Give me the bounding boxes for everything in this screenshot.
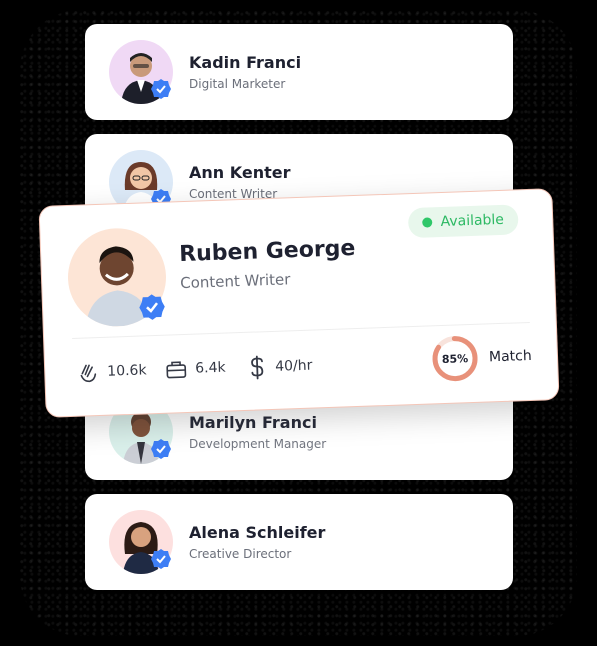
verified-badge-icon	[151, 439, 171, 459]
verified-badge-icon	[151, 549, 171, 569]
status-dot	[422, 217, 433, 228]
featured-profile-card[interactable]: Ruben George Content Writer Available 10…	[38, 188, 560, 418]
profile-card-alena[interactable]: Alena Schleifer Creative Director	[85, 494, 513, 590]
availability-badge: Available	[407, 204, 519, 239]
profile-role: Digital Marketer	[189, 77, 286, 91]
claps-count: 10.6k	[107, 362, 147, 380]
projects-count: 6.4k	[194, 359, 226, 377]
match-label: Match	[488, 347, 532, 366]
featured-name: Ruben George	[178, 236, 356, 268]
hourly-rate: 40/hr	[274, 357, 313, 375]
profile-card-kadin[interactable]: Kadin Franci Digital Marketer	[85, 24, 513, 120]
stat-rate: 40/hr	[247, 354, 313, 380]
match-percent: 85%	[441, 351, 469, 366]
verified-badge-icon	[139, 294, 165, 320]
match-ring: 85%	[430, 334, 480, 384]
availability-label: Available	[440, 211, 505, 231]
clap-icon	[80, 364, 97, 383]
profile-role: Creative Director	[189, 547, 292, 561]
stat-claps: 10.6k	[77, 359, 147, 383]
profile-name: Alena Schleifer	[189, 523, 326, 542]
profile-name: Ann Kenter	[189, 163, 291, 182]
verified-badge-icon	[151, 79, 171, 99]
featured-role: Content Writer	[179, 270, 291, 293]
match-indicator: 85% Match	[430, 332, 532, 383]
profile-name: Kadin Franci	[189, 53, 302, 72]
briefcase-icon	[166, 361, 187, 379]
profile-name: Marilyn Franci	[189, 413, 317, 432]
stat-projects: 6.4k	[165, 357, 226, 381]
profile-role: Development Manager	[189, 437, 327, 451]
dollar-icon	[251, 355, 264, 380]
